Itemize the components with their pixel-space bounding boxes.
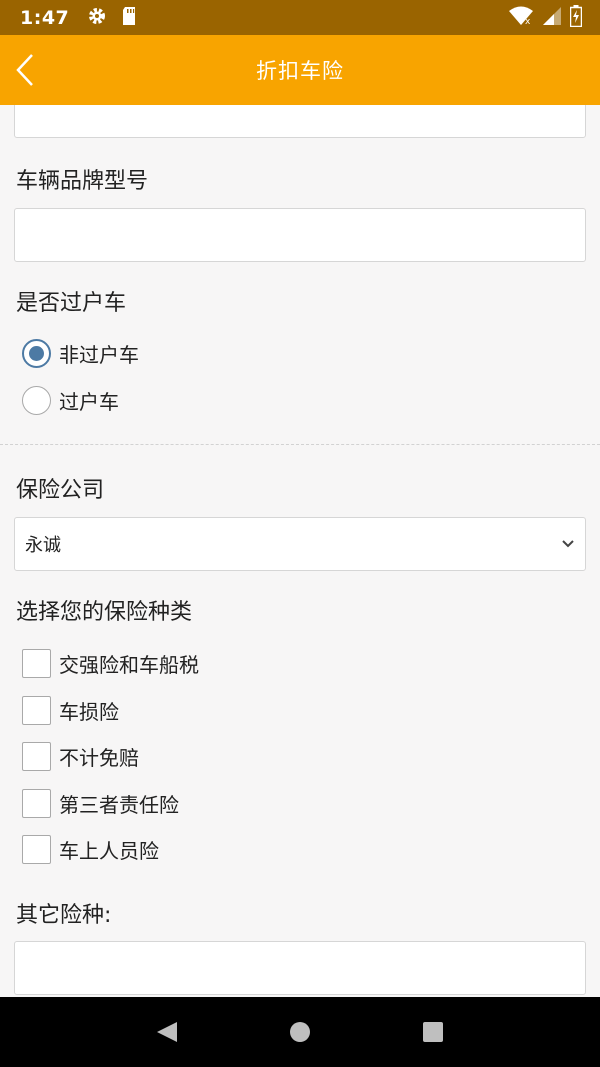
system-nav-bar: [0, 997, 600, 1067]
back-triangle-icon: [156, 1022, 177, 1042]
other-label: 其它险种:: [16, 903, 112, 928]
radio-non-transfer[interactable]: 非过户车: [22, 337, 139, 369]
checkbox-label: 车上人员险: [59, 838, 159, 863]
checkbox-item-passenger[interactable]: 车上人员险: [22, 833, 159, 865]
checkbox-label: 不计免赔: [59, 745, 139, 770]
company-label: 保险公司: [16, 478, 105, 503]
brand-model-label: 车辆品牌型号: [16, 169, 149, 194]
checkbox-label: 交强险和车船税: [59, 652, 199, 677]
status-bar: 1:47 x: [0, 0, 600, 35]
checkbox[interactable]: [22, 741, 51, 771]
checkbox[interactable]: [22, 834, 51, 864]
wifi-icon: x: [508, 6, 534, 30]
radio-button-checked[interactable]: [22, 338, 51, 368]
app-header: 折扣车险: [0, 35, 600, 105]
home-circle-icon: [289, 1022, 310, 1042]
radio-button[interactable]: [22, 385, 51, 415]
back-button[interactable]: [14, 53, 44, 87]
svg-text:x: x: [525, 17, 531, 26]
other-input[interactable]: [14, 941, 586, 995]
status-time: 1:47: [20, 6, 70, 29]
divider: [0, 444, 600, 445]
insurance-types-label: 选择您的保险种类: [16, 600, 193, 625]
chevron-left-icon: [16, 54, 33, 86]
checkbox[interactable]: [22, 788, 51, 818]
checkbox-label: 车损险: [59, 699, 119, 724]
checkbox-item-damage[interactable]: 车损险: [22, 694, 119, 726]
company-select-value: 永诚: [25, 535, 61, 556]
battery-charging-icon: [569, 4, 583, 31]
company-select[interactable]: 永诚: [14, 517, 586, 571]
transfer-label: 是否过户车: [16, 291, 127, 316]
checkbox[interactable]: [22, 695, 51, 725]
checkbox-label: 第三者责任险: [59, 792, 179, 817]
nav-recents-button[interactable]: [413, 1012, 453, 1052]
top-input[interactable]: [14, 105, 586, 138]
nav-back-button[interactable]: [147, 1012, 187, 1052]
recents-square-icon: [423, 1022, 444, 1042]
sd-card-icon: [121, 6, 137, 30]
radio-label: 非过户车: [59, 342, 139, 367]
chevron-down-icon: [562, 540, 574, 548]
gear-icon: [87, 6, 107, 30]
nav-home-button[interactable]: [280, 1012, 320, 1052]
radio-label: 过户车: [59, 389, 119, 414]
checkbox-item-third-party[interactable]: 第三者责任险: [22, 787, 179, 819]
brand-model-input[interactable]: [14, 208, 586, 262]
checkbox[interactable]: [22, 648, 51, 678]
radio-transfer[interactable]: 过户车: [22, 384, 119, 416]
form-content: 车辆品牌型号 是否过户车 非过户车 过户车 保险公司 永诚 选择您的保险种类 交…: [0, 105, 600, 997]
page-title: 折扣车险: [256, 59, 344, 83]
signal-icon: [542, 6, 562, 30]
checkbox-item-compulsory[interactable]: 交强险和车船税: [22, 647, 199, 679]
checkbox-item-deductible[interactable]: 不计免赔: [22, 740, 139, 772]
